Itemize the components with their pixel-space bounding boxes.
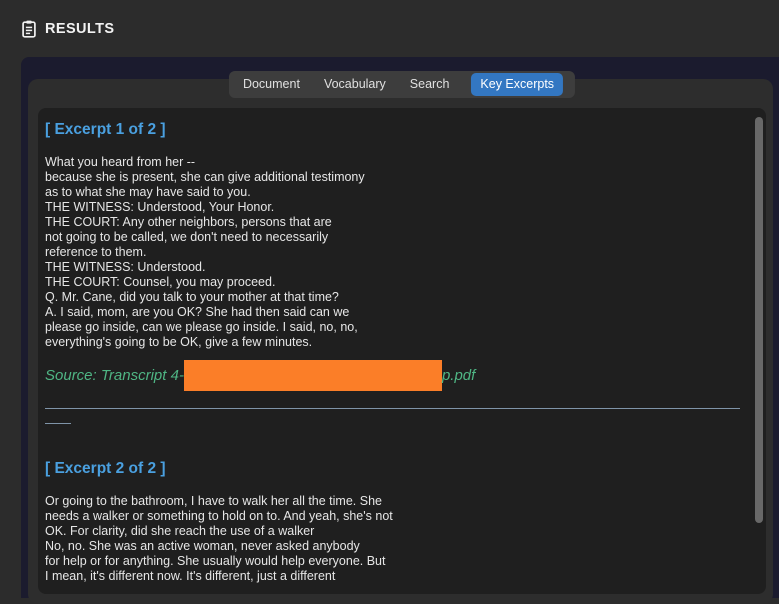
source-suffix: p.pdf	[441, 367, 476, 384]
tab-document[interactable]: Document	[241, 75, 302, 94]
excerpt-1-text: What you heard from her -- because she i…	[45, 155, 365, 349]
excerpt-2-heading: [ Excerpt 2 of 2 ]	[45, 460, 166, 477]
divider-short	[45, 423, 71, 424]
results-header-bar: RESULTS	[0, 0, 779, 57]
excerpt-1-source: Source: Transcript 4- p.pdf	[45, 360, 736, 391]
source-prefix: Source: Transcript 4-	[45, 367, 184, 384]
tab-search[interactable]: Search	[408, 75, 452, 94]
tab-key-excerpts[interactable]: Key Excerpts	[471, 73, 564, 96]
divider-full	[45, 408, 740, 409]
scrollbar-thumb[interactable]	[755, 117, 763, 523]
results-title: RESULTS	[45, 20, 115, 37]
excerpt-1: [ Excerpt 1 of 2 ] What you heard from h…	[45, 121, 736, 391]
clipboard-icon	[22, 20, 36, 38]
tab-vocabulary[interactable]: Vocabulary	[322, 75, 388, 94]
excerpt-2-text: Or going to the bathroom, I have to walk…	[45, 494, 393, 583]
excerpts-content: [ Excerpt 1 of 2 ] What you heard from h…	[38, 108, 766, 594]
excerpt-1-heading: [ Excerpt 1 of 2 ]	[45, 121, 166, 138]
tab-bar: Document Vocabulary Search Key Excerpts	[228, 71, 576, 98]
redaction-block	[183, 360, 442, 391]
excerpt-2: [ Excerpt 2 of 2 ] Or going to the bathr…	[45, 460, 736, 584]
